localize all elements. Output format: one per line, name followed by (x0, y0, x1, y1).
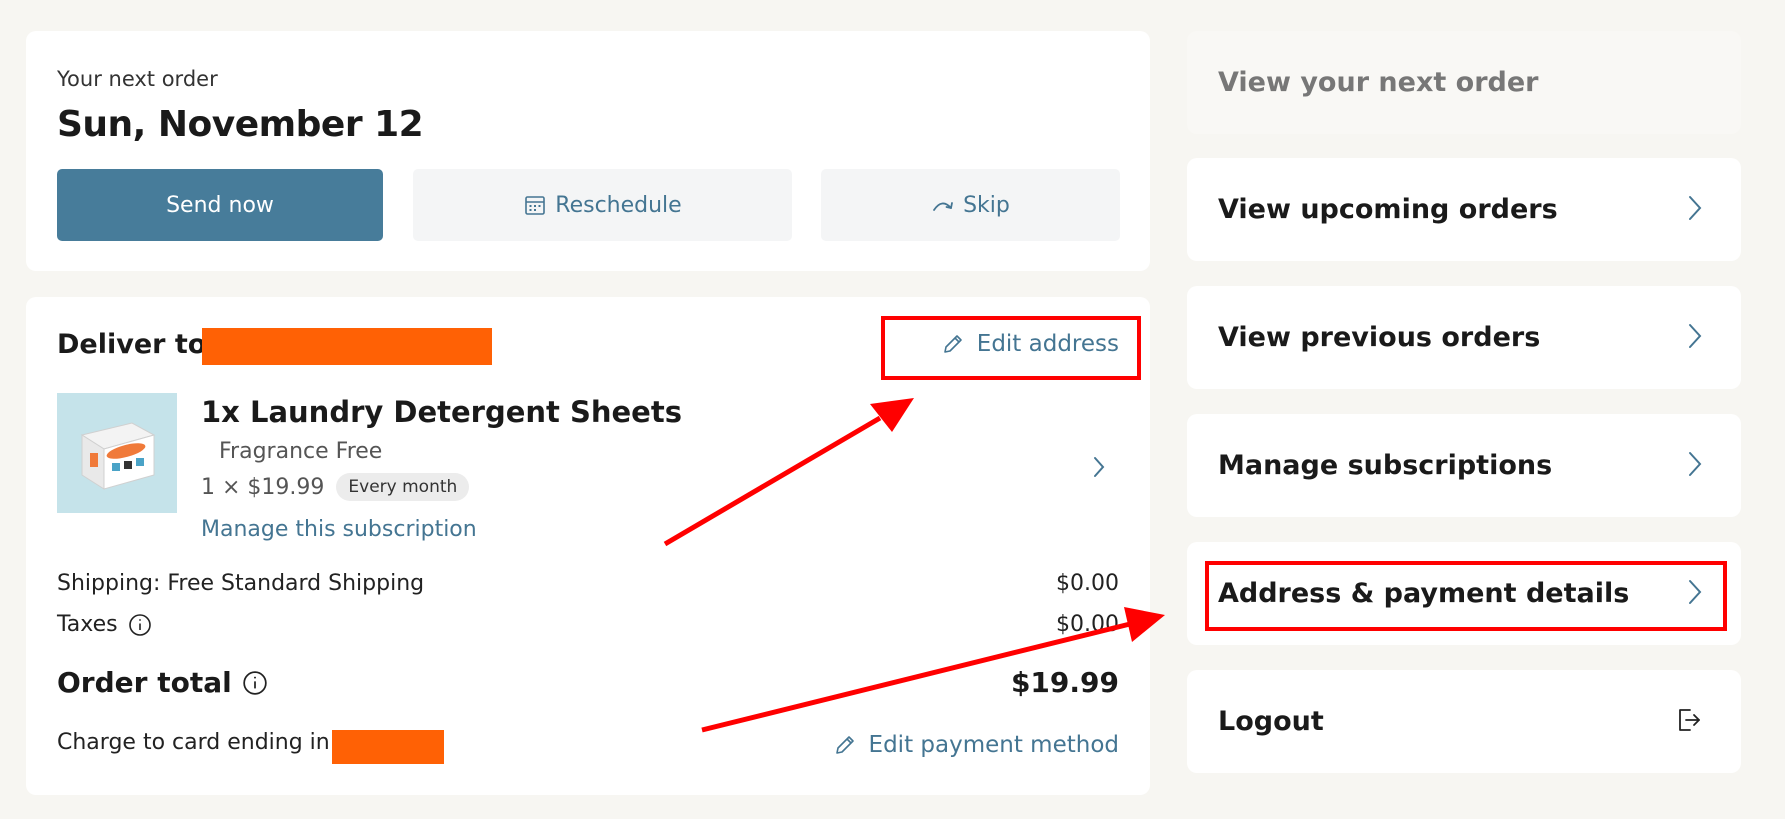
edit-address-highlight (881, 316, 1141, 380)
menu-view-next-order[interactable]: View your next order (1187, 31, 1741, 134)
deliver-to-title: Deliver to (57, 329, 207, 360)
reschedule-button[interactable]: Reschedule (413, 169, 792, 241)
order-total-row-label: Order total (57, 666, 268, 699)
frequency-badge: Every month (336, 473, 470, 501)
menu-manage-subscriptions[interactable]: Manage subscriptions (1187, 414, 1741, 517)
skip-button[interactable]: Skip (821, 169, 1120, 241)
edit-payment-link[interactable]: Edit payment method (833, 732, 1119, 758)
taxes-row-label: Taxes (57, 612, 152, 637)
menu-label: View previous orders (1218, 322, 1541, 353)
chevron-right-icon (1687, 322, 1703, 354)
manage-subscription-link[interactable]: Manage this subscription (201, 517, 477, 542)
product-image (57, 393, 177, 513)
skip-label: Skip (963, 192, 1010, 218)
send-now-button[interactable]: Send now (57, 169, 383, 241)
order-total-value: $19.99 (1010, 666, 1119, 699)
menu-view-upcoming-orders[interactable]: View upcoming orders (1187, 158, 1741, 261)
address-payment-highlight (1205, 561, 1727, 631)
menu-label: Manage subscriptions (1218, 450, 1553, 481)
charge-card-label: Charge to card ending in (57, 730, 330, 755)
menu-view-previous-orders[interactable]: View previous orders (1187, 286, 1741, 389)
pencil-icon (833, 733, 857, 757)
redacted-address (202, 328, 492, 365)
send-now-label: Send now (166, 192, 274, 218)
next-order-label: Your next order (57, 67, 218, 91)
shipping-label: Shipping: Free Standard Shipping (57, 571, 425, 596)
calendar-icon (523, 193, 547, 217)
delivery-card: Deliver to Edit address 1x Laundry Deter… (26, 297, 1150, 795)
shipping-value: $0.00 (1056, 571, 1119, 596)
reschedule-label: Reschedule (555, 192, 682, 218)
chevron-right-icon (1687, 450, 1703, 482)
next-order-card: Your next order Sun, November 12 Send no… (26, 31, 1150, 271)
menu-label: View your next order (1218, 67, 1539, 98)
order-total-label: Order total (57, 666, 232, 699)
info-icon[interactable] (128, 613, 152, 637)
chevron-right-icon[interactable] (1092, 455, 1106, 483)
menu-logout[interactable]: Logout (1187, 670, 1741, 773)
taxes-value: $0.00 (1056, 612, 1119, 637)
edit-payment-label: Edit payment method (868, 732, 1119, 758)
next-order-date: Sun, November 12 (57, 104, 424, 145)
taxes-label: Taxes (57, 612, 118, 637)
menu-label: Logout (1218, 706, 1324, 737)
product-price-line: 1 × $19.99 Every month (201, 473, 470, 501)
info-icon[interactable] (242, 670, 268, 696)
logout-icon (1675, 706, 1703, 738)
chevron-right-icon (1687, 194, 1703, 226)
product-variant: Fragrance Free (219, 439, 383, 464)
menu-label: View upcoming orders (1218, 194, 1558, 225)
product-name: 1x Laundry Detergent Sheets (201, 395, 682, 429)
product-price: 1 × $19.99 (201, 474, 325, 500)
redacted-card-number (332, 730, 444, 764)
skip-arc-icon (931, 195, 955, 215)
